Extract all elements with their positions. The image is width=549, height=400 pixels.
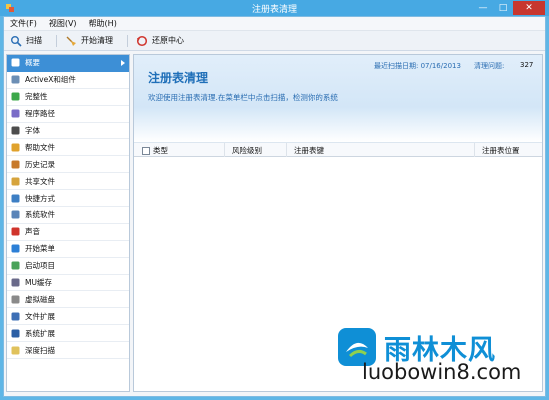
results-table-header: 类型 风险级别 注册表键 注册表位置 <box>134 143 542 157</box>
toolbar-separator <box>127 34 128 47</box>
sidebar-item[interactable]: 共享文件 <box>7 173 129 191</box>
restore-center-button[interactable]: 还原中心 <box>136 35 184 47</box>
start-clean-label: 开始清理 <box>81 36 113 45</box>
window-controls: — □ ✕ <box>473 0 545 16</box>
sidebar-item-label: ActiveX和组件 <box>25 75 76 85</box>
sidebar-item[interactable]: 程序路径 <box>7 106 129 123</box>
sidebar-item-label: 程序路径 <box>25 109 55 119</box>
sidebar-item[interactable]: 文件扩展 <box>7 308 129 326</box>
title-bar: 注册表清理 — □ ✕ <box>0 0 549 16</box>
broom-icon <box>66 36 76 46</box>
history-icon <box>11 160 20 169</box>
sidebar-item[interactable]: 系统扩展 <box>7 325 129 343</box>
menu-file[interactable]: 文件(F) <box>10 18 37 29</box>
activex-icon <box>11 75 20 84</box>
menu-help[interactable]: 帮助(H) <box>89 18 117 29</box>
issues-label: 清理问题: <box>474 62 505 70</box>
sidebar-item[interactable]: 深度扫描 <box>7 342 129 360</box>
sidebar-item[interactable]: ActiveX和组件 <box>7 72 129 89</box>
page-title: 注册表清理 <box>148 71 209 85</box>
sidebar-item-label: 快捷方式 <box>25 193 55 203</box>
sidebar-item[interactable]: 字体 <box>7 123 129 140</box>
close-button[interactable]: ✕ <box>513 1 545 15</box>
sidebar-item-label: MU缓存 <box>25 278 52 288</box>
grid-icon <box>11 58 20 67</box>
column-divider[interactable] <box>474 143 475 157</box>
window-title: 注册表清理 <box>251 4 297 15</box>
column-type[interactable]: 类型 <box>142 145 168 156</box>
column-registry-location[interactable]: 注册表位置 <box>482 145 520 156</box>
minimize-button[interactable]: — <box>473 1 493 15</box>
sidebar-item-label: 系统扩展 <box>25 328 55 338</box>
last-scan-date: 最近扫描日期: 07/16/2013 <box>374 62 461 70</box>
sidebar-item[interactable]: 帮助文件 <box>7 139 129 157</box>
system-extension-icon <box>11 329 20 338</box>
watermark: 雨林木风 luobowin8.com <box>336 326 541 396</box>
cache-icon <box>11 278 20 287</box>
program-path-icon <box>11 109 20 118</box>
shared-file-icon <box>11 177 20 186</box>
shortcut-icon <box>11 194 20 203</box>
sidebar-item-label: 开始菜单 <box>25 244 55 254</box>
sound-icon <box>11 227 20 236</box>
sidebar-item-label: 虚拟磁盘 <box>25 294 55 304</box>
column-divider[interactable] <box>224 143 225 157</box>
toolbar: 扫描 开始清理 还原中心 <box>4 31 545 51</box>
sidebar-item[interactable]: 概要 <box>7 55 129 72</box>
sidebar-item-label: 文件扩展 <box>25 311 55 321</box>
leaf-icon <box>11 92 20 101</box>
column-type-label: 类型 <box>153 146 168 155</box>
restore-center-label: 还原中心 <box>152 36 184 45</box>
sidebar-item-label: 共享文件 <box>25 176 55 186</box>
sidebar-item[interactable]: 声音 <box>7 224 129 241</box>
sidebar-item[interactable]: 系统软件 <box>7 207 129 224</box>
sidebar-item-label: 概要 <box>25 58 40 68</box>
sidebar-item-label: 深度扫描 <box>25 345 55 355</box>
sidebar-item[interactable]: MU缓存 <box>7 275 129 292</box>
menu-bar: 文件(F) 视图(V) 帮助(H) <box>4 17 545 31</box>
maximize-button[interactable]: □ <box>493 1 513 15</box>
system-software-icon <box>11 210 20 219</box>
sidebar-item[interactable]: 完整性 <box>7 89 129 106</box>
sidebar-item-label: 声音 <box>25 227 40 237</box>
scan-button[interactable]: 扫描 <box>10 35 42 47</box>
help-file-icon <box>11 143 20 152</box>
magnifier-icon <box>11 35 22 47</box>
sidebar-item-label: 字体 <box>25 126 40 135</box>
app-icon <box>6 4 14 12</box>
start-menu-icon <box>11 244 20 253</box>
sidebar-item-label: 历史记录 <box>25 159 55 169</box>
start-clean-button[interactable]: 开始清理 <box>65 35 113 47</box>
startup-icon <box>11 261 20 270</box>
column-registry-key[interactable]: 注册表键 <box>294 145 324 156</box>
category-sidebar: 概要 ActiveX和组件 完整性程序路径字体帮助文件历史记录共享文件快捷方式系统软… <box>6 54 130 392</box>
watermark-en-text: luobowin8.com <box>362 360 522 384</box>
column-divider[interactable] <box>286 143 287 157</box>
issues-count: 327 <box>520 61 534 69</box>
scan-label: 扫描 <box>26 36 42 45</box>
sidebar-item[interactable]: 开始菜单 <box>7 241 129 258</box>
sidebar-item-label: 启动项目 <box>25 261 55 271</box>
file-extension-icon <box>11 312 20 321</box>
restore-icon <box>136 35 148 46</box>
disk-icon <box>11 295 20 304</box>
menu-view[interactable]: 视图(V) <box>49 18 77 29</box>
summary-banner: 最近扫描日期: 07/16/2013 清理问题: 327 注册表清理 欢迎使用注… <box>134 55 542 143</box>
toolbar-separator <box>56 34 57 47</box>
select-all-checkbox[interactable] <box>142 146 150 155</box>
sidebar-item-label: 帮助文件 <box>25 142 55 152</box>
column-risk-level[interactable]: 风险级别 <box>232 145 262 156</box>
deep-scan-icon <box>11 346 20 355</box>
sidebar-item[interactable]: 虚拟磁盘 <box>7 291 129 309</box>
sidebar-item-label: 系统软件 <box>25 210 55 220</box>
font-icon <box>11 126 20 135</box>
sidebar-item-label: 完整性 <box>25 92 48 102</box>
sidebar-item[interactable]: 快捷方式 <box>7 190 129 208</box>
sidebar-item[interactable]: 历史记录 <box>7 156 129 174</box>
welcome-description: 欢迎使用注册表清理.在菜单栏中点击扫描，检测你的系统 <box>148 93 338 102</box>
sidebar-item[interactable]: 启动项目 <box>7 258 129 275</box>
